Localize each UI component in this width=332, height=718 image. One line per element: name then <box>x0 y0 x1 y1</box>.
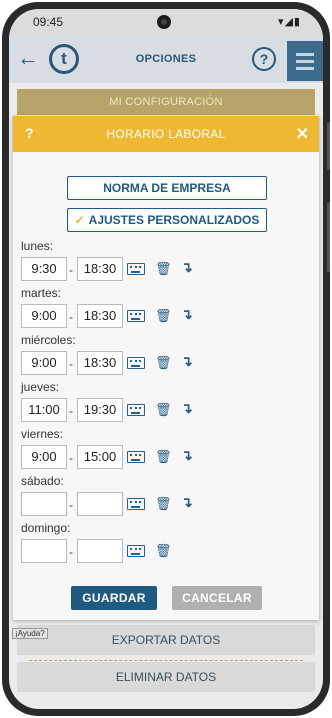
keyboard-icon[interactable] <box>127 310 145 322</box>
day-label: miércoles: <box>21 333 76 347</box>
check-icon: ✓ <box>74 213 85 227</box>
keyboard-icon[interactable] <box>127 498 145 510</box>
start-time-input[interactable]: 9:00 <box>21 351 67 375</box>
my-config-button[interactable]: MI CONFIGURACIÓN <box>17 89 315 115</box>
trash-icon[interactable]: 🗑 <box>155 496 172 512</box>
phone-frame: 09:45 ▾◢▮ ← t OPCIONES ? MI CONFIGURACIÓ… <box>2 2 330 716</box>
trash-icon[interactable]: 🗑 <box>155 308 172 324</box>
start-time-input[interactable] <box>21 539 67 563</box>
separator <box>29 660 303 661</box>
trash-icon[interactable]: 🗑 <box>155 402 172 418</box>
status-bar: 09:45 ▾◢▮ <box>9 9 323 35</box>
start-time-input[interactable]: 9:30 <box>21 257 67 281</box>
trash-icon[interactable]: 🗑 <box>155 355 172 371</box>
export-data-button[interactable]: EXPORTAR DATOS <box>17 625 315 655</box>
copy-down-icon[interactable]: ↴ <box>181 353 193 370</box>
start-time-input[interactable]: 9:00 <box>21 304 67 328</box>
day-label: lunes: <box>21 239 54 253</box>
camera-cutout <box>157 15 171 29</box>
custom-settings-button[interactable]: ✓ AJUSTES PERSONALIZADOS <box>67 208 267 232</box>
start-time-input[interactable]: 11:00 <box>21 398 67 422</box>
company-norm-button[interactable]: NORMA DE EMPRESA <box>67 176 267 200</box>
day-label: jueves: <box>21 380 60 394</box>
end-time-input[interactable]: 18:30 <box>77 351 123 375</box>
dialog-header: ? HORARIO LABORAL ✕ <box>13 116 319 152</box>
cancel-button[interactable]: CANCELAR <box>172 586 262 610</box>
delete-data-button[interactable]: ELIMINAR DATOS <box>17 662 315 692</box>
close-icon[interactable]: ✕ <box>296 124 309 144</box>
day-label: martes: <box>21 286 62 300</box>
end-time-input[interactable]: 15:00 <box>77 445 123 469</box>
dialog-title: HORARIO LABORAL <box>106 127 226 141</box>
end-time-input[interactable] <box>77 492 123 516</box>
end-time-input[interactable]: 18:30 <box>77 304 123 328</box>
time-dash: - <box>69 357 73 371</box>
end-time-input[interactable]: 18:30 <box>77 257 123 281</box>
copy-down-icon[interactable]: ↴ <box>181 400 193 417</box>
work-schedule-dialog: ? HORARIO LABORAL ✕ NORMA DE EMPRESA ✓ AJ… <box>13 116 319 620</box>
trash-icon[interactable]: 🗑 <box>155 261 172 277</box>
help-tooltip: ¡Ayuda? <box>12 628 48 639</box>
time-dash: - <box>69 263 73 277</box>
day-label: sábado: <box>21 474 64 488</box>
keyboard-icon[interactable] <box>127 404 145 416</box>
day-label: viernes: <box>21 427 64 441</box>
start-time-input[interactable] <box>21 492 67 516</box>
end-time-input[interactable]: 19:30 <box>77 398 123 422</box>
time-dash: - <box>69 404 73 418</box>
copy-down-icon[interactable]: ↴ <box>181 259 193 276</box>
day-label: domingo: <box>21 521 71 535</box>
trash-icon[interactable]: 🗑 <box>155 543 172 559</box>
hamburger-menu-icon[interactable] <box>287 41 323 81</box>
copy-down-icon[interactable]: ↴ <box>181 447 193 464</box>
keyboard-icon[interactable] <box>127 263 145 275</box>
copy-down-icon[interactable]: ↴ <box>181 306 193 323</box>
app-header: ← t OPCIONES ? <box>9 35 323 83</box>
custom-settings-label: AJUSTES PERSONALIZADOS <box>88 213 260 227</box>
time-dash: - <box>69 498 73 512</box>
help-icon[interactable]: ? <box>252 47 276 71</box>
time-dash: - <box>69 310 73 324</box>
company-norm-label: NORMA DE EMPRESA <box>103 181 231 195</box>
start-time-input[interactable]: 9:00 <box>21 445 67 469</box>
keyboard-icon[interactable] <box>127 451 145 463</box>
power-button <box>327 202 330 272</box>
keyboard-icon[interactable] <box>127 357 145 369</box>
save-button[interactable]: GUARDAR <box>71 586 157 610</box>
screen: 09:45 ▾◢▮ ← t OPCIONES ? MI CONFIGURACIÓ… <box>9 9 323 709</box>
time-dash: - <box>69 451 73 465</box>
status-time: 09:45 <box>33 15 64 29</box>
end-time-input[interactable] <box>77 539 123 563</box>
copy-down-icon[interactable]: ↴ <box>181 494 193 511</box>
volume-button <box>327 122 330 170</box>
keyboard-icon[interactable] <box>127 545 145 557</box>
time-dash: - <box>69 545 73 559</box>
trash-icon[interactable]: 🗑 <box>155 449 172 465</box>
status-icons: ▾◢▮ <box>277 16 301 28</box>
